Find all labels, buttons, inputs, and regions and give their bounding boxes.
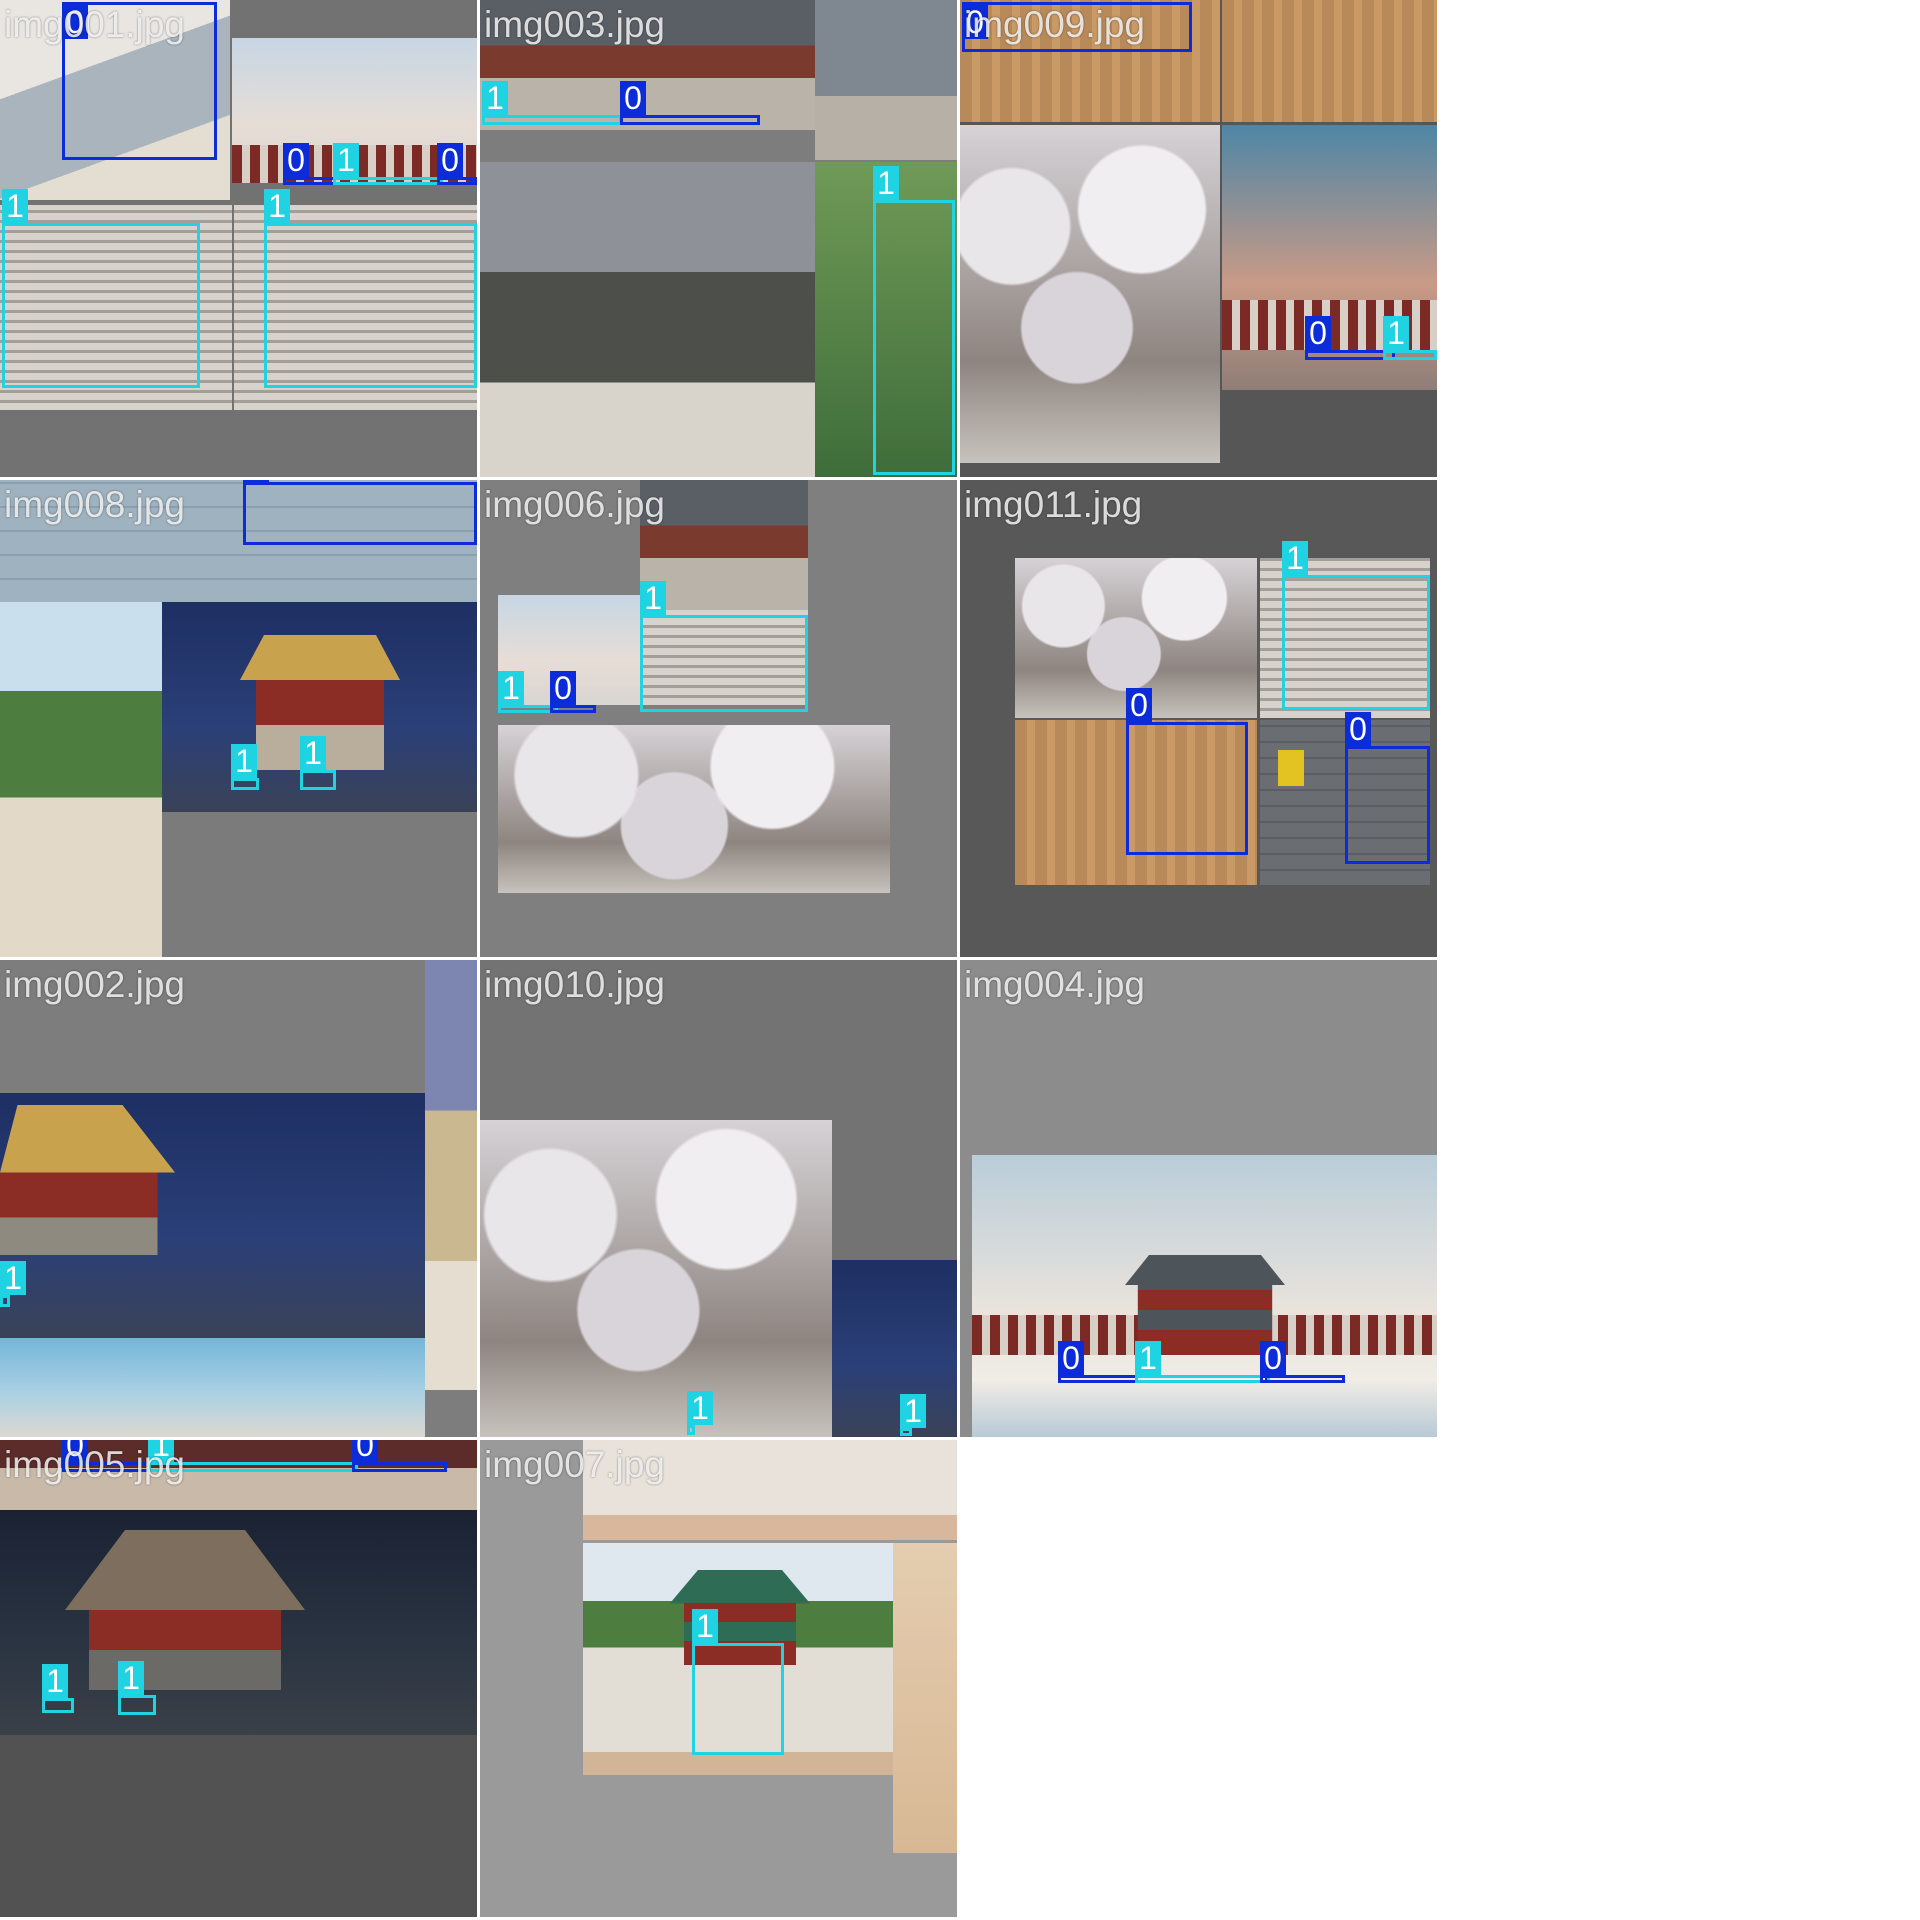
mosaic-tile: img005.jpg 0 1 0 1 1 <box>0 1440 477 1917</box>
mosaic-tile: img001.jpg 0 0 1 0 1 1 <box>0 0 477 477</box>
class-label: 0 <box>243 480 269 482</box>
bbox-class-0: 0 <box>352 1440 447 1472</box>
mosaic-tile: img010.jpg 1 1 <box>480 960 957 1437</box>
bbox-class-0: 0 <box>243 480 477 545</box>
bbox-class-1: 1 <box>1282 541 1430 710</box>
image-filename: img001.jpg <box>4 4 186 45</box>
bbox-class-1: 1 <box>0 1261 26 1307</box>
class-label: 0 <box>550 671 576 705</box>
image-filename: img010.jpg <box>484 964 666 1005</box>
bbox-class-1: 1 <box>900 1394 926 1436</box>
courtyard-photo <box>425 960 477 1390</box>
sky-photo <box>0 1338 425 1437</box>
bbox-class-1: 1 <box>873 166 955 475</box>
people-photo <box>815 0 957 160</box>
class-label: 1 <box>2 189 28 223</box>
class-label: 1 <box>42 1664 68 1698</box>
image-filename: img007.jpg <box>484 1444 666 1485</box>
bbox-class-0: 0 <box>620 81 760 125</box>
bbox-class-1: 1 <box>264 189 477 388</box>
class-label: 1 <box>482 81 508 115</box>
bbox-class-0: 0 <box>1126 688 1248 855</box>
class-label: 1 <box>333 143 359 177</box>
class-label: 0 <box>1305 316 1331 350</box>
class-label: 1 <box>873 166 899 200</box>
training-batch-mosaic: img001.jpg 0 0 1 0 1 1 img003.jpg 1 0 1 … <box>0 0 1440 1920</box>
bbox-class-1: 1 <box>687 1391 713 1435</box>
bbox-class-0: 0 <box>1260 1341 1345 1383</box>
class-label: 0 <box>620 81 646 115</box>
class-label: 0 <box>1058 1341 1084 1375</box>
palace-roof-photo <box>480 162 815 477</box>
mosaic-tile: img006.jpg 1 1 0 <box>480 480 957 957</box>
mountain-palace-photo <box>0 602 162 957</box>
image-filename: img011.jpg <box>964 484 1143 525</box>
class-label: 1 <box>640 581 666 615</box>
palace-night-photo <box>832 1260 957 1437</box>
ramp-floor-photo <box>1222 0 1437 122</box>
class-label: 0 <box>1126 688 1152 722</box>
image-filename: img004.jpg <box>964 964 1146 1005</box>
bbox-class-0: 0 <box>437 143 477 185</box>
class-label: 1 <box>300 736 326 770</box>
bbox-class-1: 1 <box>498 671 558 713</box>
bbox-class-1: 1 <box>333 143 443 185</box>
class-label: 1 <box>1135 1341 1161 1375</box>
image-filename: img002.jpg <box>4 964 186 1005</box>
class-label: 1 <box>498 671 524 705</box>
image-filename: img008.jpg <box>4 484 186 525</box>
bbox-class-1: 1 <box>300 736 336 790</box>
bbox-class-1: 1 <box>231 744 259 790</box>
bbox-class-1: 1 <box>692 1609 784 1755</box>
mosaic-tile: img009.jpg 0 0 1 <box>960 0 1437 477</box>
class-label: 1 <box>0 1261 26 1295</box>
class-label: 1 <box>900 1394 926 1428</box>
class-label: 1 <box>687 1391 713 1425</box>
class-label: 0 <box>352 1440 378 1462</box>
image-filename: img005.jpg <box>4 1444 186 1485</box>
image-filename: img006.jpg <box>484 484 666 525</box>
class-label: 0 <box>283 143 309 177</box>
class-label: 1 <box>1383 316 1409 350</box>
bbox-class-1: 1 <box>640 581 808 712</box>
class-label: 1 <box>1282 541 1308 575</box>
class-label: 1 <box>264 189 290 223</box>
bbox-class-0: 0 <box>1305 316 1395 360</box>
image-filename: img003.jpg <box>484 4 666 45</box>
accessibility-sign <box>1278 750 1304 786</box>
bbox-class-1: 1 <box>42 1664 74 1713</box>
mosaic-tile: img004.jpg 0 1 0 <box>960 960 1437 1437</box>
bbox-class-0: 0 <box>1345 712 1430 864</box>
bbox-class-1: 1 <box>2 189 200 388</box>
class-label: 1 <box>692 1609 718 1643</box>
class-label: 0 <box>1345 712 1371 746</box>
cherry-trees-photo <box>960 125 1220 463</box>
mosaic-tile: img008.jpg 0 1 1 <box>0 480 477 957</box>
bbox-class-1: 1 <box>118 1661 156 1715</box>
bbox-class-1: 1 <box>1383 316 1437 360</box>
class-label: 0 <box>1260 1341 1286 1375</box>
class-label: 0 <box>437 143 463 177</box>
bbox-class-1: 1 <box>482 81 622 125</box>
class-label: 1 <box>231 744 257 778</box>
mosaic-tile: img002.jpg 1 <box>0 960 477 1437</box>
palace-side-photo <box>893 1543 957 1853</box>
bbox-class-0: 0 <box>550 671 596 713</box>
mosaic-tile: img003.jpg 1 0 1 <box>480 0 957 477</box>
cherry-trees-photo <box>498 725 890 893</box>
mosaic-tile: img011.jpg 1 0 0 <box>960 480 1437 957</box>
cherry-trees-photo <box>480 1120 832 1437</box>
class-label: 1 <box>118 1661 144 1695</box>
image-filename: img009.jpg <box>964 4 1146 45</box>
bbox-class-1: 1 <box>1135 1341 1270 1383</box>
mosaic-tile: img007.jpg 1 <box>480 1440 957 1917</box>
